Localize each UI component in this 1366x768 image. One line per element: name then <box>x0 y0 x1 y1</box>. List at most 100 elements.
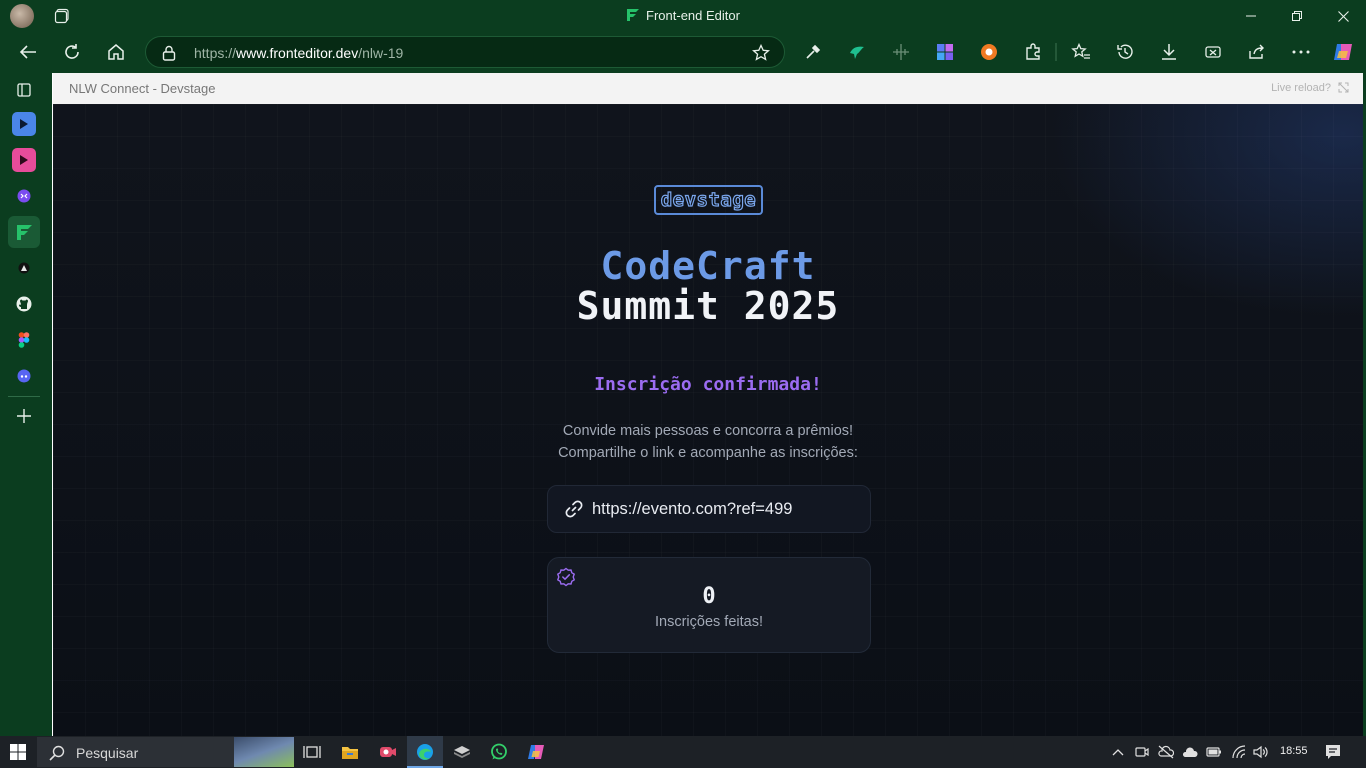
logo-text: devstage <box>660 188 757 211</box>
bird-extension-button[interactable] <box>846 41 868 63</box>
purple-app-icon <box>17 189 31 203</box>
sidebar-add-button[interactable] <box>12 404 36 428</box>
confirmation-heading: Inscrição confirmada! <box>594 374 822 395</box>
play-icon <box>20 119 28 129</box>
sidebar-item-pink-player[interactable] <box>12 148 36 172</box>
taskbar-search-box[interactable]: Pesquisar <box>37 737 294 767</box>
browser-sidebar <box>0 72 48 736</box>
screenshot-icon <box>1205 46 1221 58</box>
battery-tray-icon[interactable] <box>1206 744 1222 760</box>
screenshot-button[interactable] <box>1202 41 1224 63</box>
eyedropper-icon <box>806 44 821 59</box>
sidebar-item-github[interactable] <box>12 292 36 316</box>
book-icon <box>454 746 470 758</box>
crosshair-ruler-icon <box>893 44 909 60</box>
sidebar-tabs-button[interactable] <box>12 78 36 102</box>
restore-button[interactable] <box>1274 0 1320 32</box>
sidebar-item-figma[interactable] <box>12 328 36 352</box>
search-highlight-image <box>234 737 294 767</box>
minimize-button[interactable] <box>1228 0 1274 32</box>
invite-link-field[interactable]: https://evento.com?ref=499 <box>547 485 871 533</box>
home-button[interactable] <box>102 40 130 64</box>
start-button[interactable] <box>0 736 36 768</box>
url-domain: www.fronteditor.dev <box>236 45 359 61</box>
taskbar-clock[interactable]: 18:55 <box>1280 745 1308 757</box>
download-icon <box>1162 44 1176 60</box>
color-tiles-icon <box>937 44 953 60</box>
link-icon <box>565 500 583 518</box>
subscriptions-count: 0 <box>702 584 716 609</box>
home-icon <box>108 44 124 60</box>
orange-extension-button[interactable] <box>978 41 1000 63</box>
invite-description-line1: Convide mais pessoas e concorra a prêmio… <box>562 423 854 439</box>
live-reload-icon[interactable] <box>1338 82 1349 93</box>
screen-recorder-button[interactable] <box>374 740 402 764</box>
history-button[interactable] <box>1114 41 1136 63</box>
minimize-icon <box>1246 15 1256 17</box>
edge-icon <box>417 744 433 760</box>
sidebar-item-dark-app[interactable] <box>12 256 36 280</box>
puzzle-icon <box>1026 43 1040 60</box>
favorites-button[interactable] <box>1070 41 1092 63</box>
toolbar-separator <box>1050 41 1062 63</box>
network-tray-icon[interactable] <box>1232 744 1248 760</box>
invite-link-text[interactable]: https://evento.com?ref=499 <box>592 500 792 519</box>
sidebar-item-blue-player[interactable] <box>12 112 36 136</box>
windows-logo-icon <box>10 744 26 760</box>
url-scheme: https:// <box>194 45 237 61</box>
show-hidden-icons-button[interactable] <box>1110 744 1126 760</box>
live-reload-toggle[interactable]: Live reload? <box>1271 82 1331 94</box>
task-view-icon <box>303 746 321 758</box>
back-arrow-icon <box>19 45 36 59</box>
color-tiles-extension-button[interactable] <box>934 41 956 63</box>
browser-toolbar: https://www.fronteditor.dev/nlw-19 <box>0 32 1366 72</box>
downloads-button[interactable] <box>1158 41 1180 63</box>
task-view-button[interactable] <box>298 740 326 764</box>
discord-icon <box>17 369 31 383</box>
whatsapp-button[interactable] <box>485 740 513 764</box>
copilot-icon <box>528 745 544 759</box>
recorder-icon <box>380 747 396 757</box>
more-options-button[interactable] <box>1290 41 1312 63</box>
volume-tray-icon[interactable] <box>1253 744 1269 760</box>
ruler-extension-button[interactable] <box>890 41 912 63</box>
book-app-button[interactable] <box>448 740 476 764</box>
back-button[interactable] <box>14 40 42 64</box>
fronteditor-icon <box>17 225 32 240</box>
camera-icon <box>1135 747 1149 757</box>
sidebar-item-discord[interactable] <box>12 364 36 388</box>
share-icon <box>1249 44 1264 59</box>
search-icon <box>49 745 65 761</box>
favorite-star-icon[interactable] <box>752 44 770 62</box>
meet-now-tray-icon[interactable] <box>1134 744 1150 760</box>
sidebar-item-fronteditor[interactable] <box>12 220 36 244</box>
sidebar-divider <box>8 396 40 397</box>
url-text[interactable]: https://www.fronteditor.dev/nlw-19 <box>194 45 403 61</box>
copilot-taskbar-button[interactable] <box>522 740 550 764</box>
close-window-button[interactable] <box>1320 0 1366 32</box>
vertical-tabs-icon <box>17 83 31 97</box>
favorites-icon <box>1071 43 1090 59</box>
copilot-icon <box>1334 44 1352 60</box>
file-explorer-button[interactable] <box>336 740 364 764</box>
share-button[interactable] <box>1246 41 1268 63</box>
preview-title: NLW Connect - Devstage <box>69 81 216 96</box>
search-placeholder: Pesquisar <box>76 745 139 761</box>
onedrive-paused-tray-icon[interactable] <box>1158 744 1174 760</box>
extensions-button[interactable] <box>1022 41 1044 63</box>
onedrive-tray-icon[interactable] <box>1182 744 1198 760</box>
preview-header: NLW Connect - Devstage Live reload? <box>53 73 1363 104</box>
sidebar-item-purple-app[interactable] <box>12 184 36 208</box>
eyedropper-extension-button[interactable] <box>802 41 824 63</box>
edge-browser-button[interactable] <box>411 740 439 764</box>
plus-icon <box>17 409 31 423</box>
subscriptions-stat-card: 0 Inscrições feitas! <box>547 557 871 653</box>
history-icon <box>1117 44 1133 59</box>
copilot-button[interactable] <box>1332 41 1354 63</box>
notification-center-button[interactable] <box>1325 744 1341 760</box>
whatsapp-icon <box>491 743 507 760</box>
refresh-button[interactable] <box>58 40 86 64</box>
lock-icon <box>162 45 176 61</box>
window-title: Front-end Editor <box>0 8 1366 23</box>
address-bar[interactable]: https://www.fronteditor.dev/nlw-19 <box>145 36 785 68</box>
